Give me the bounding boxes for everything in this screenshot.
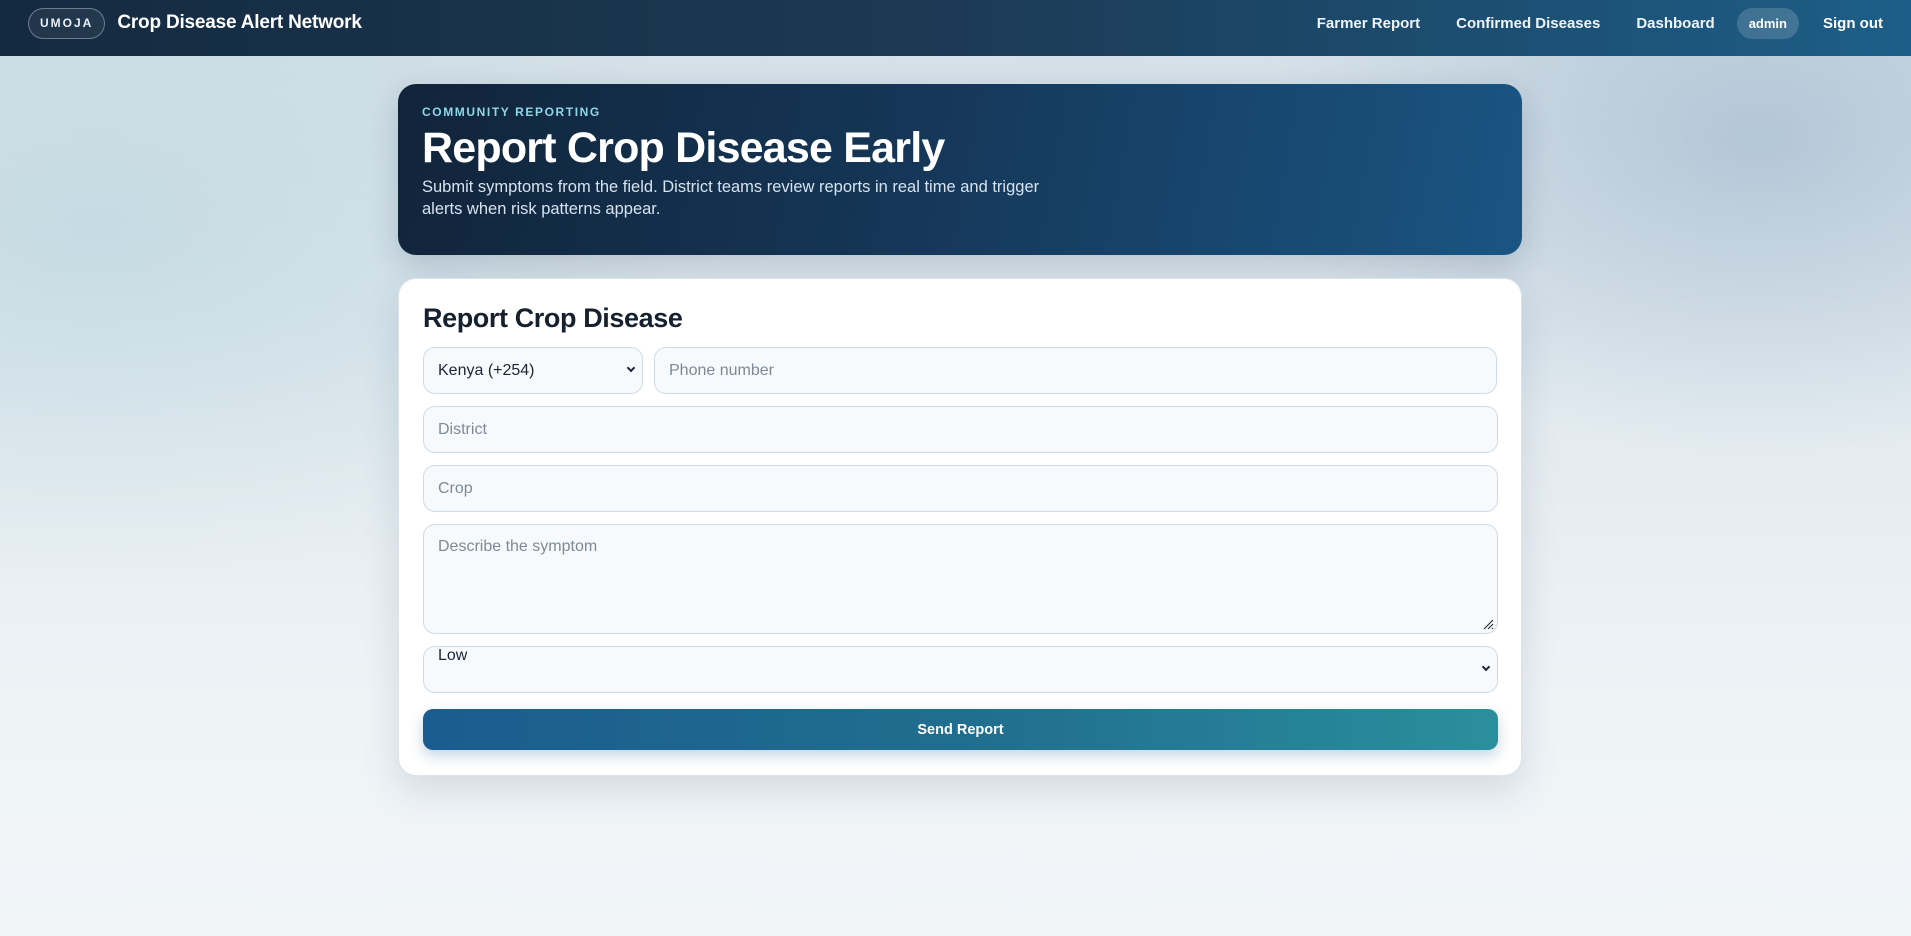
form-title: Report Crop Disease — [423, 303, 683, 333]
nav-link-farmer-report[interactable]: Farmer Report — [1317, 15, 1420, 32]
brand-badge[interactable]: UMOJA — [28, 7, 106, 39]
hero-description: Submit symptoms from the field. District… — [422, 178, 1040, 219]
hero-eyebrow: COMMUNITY REPORTING — [422, 105, 601, 119]
crop-input[interactable] — [423, 465, 1498, 512]
nav-link-confirmed-diseases[interactable]: Confirmed Diseases — [1456, 15, 1600, 32]
symptom-textarea[interactable] — [424, 525, 1497, 633]
country-code-value: Kenya (+254) — [438, 361, 535, 379]
hero-title: Report Crop Disease Early — [422, 124, 945, 172]
severity-select[interactable]: Low — [423, 646, 1498, 693]
severity-value: Low — [438, 647, 468, 664]
main-nav: Farmer Report Confirmed Diseases Dashboa… — [1317, 7, 1883, 39]
chevron-down-icon — [1481, 662, 1491, 671]
send-report-button[interactable]: Send Report — [423, 709, 1498, 750]
phone-row: Kenya (+254) — [423, 347, 1497, 394]
user-badge: admin — [1736, 7, 1799, 39]
symptom-textarea-wrapper — [423, 524, 1498, 634]
sign-out-link[interactable]: Sign out — [1823, 15, 1883, 32]
district-input[interactable] — [423, 406, 1498, 453]
app-title[interactable]: Crop Disease Alert Network — [117, 12, 362, 34]
top-navigation-bar: UMOJA Crop Disease Alert Network Farmer … — [0, 0, 1911, 56]
report-form-card: Report Crop Disease Kenya (+254) Low Sen… — [398, 278, 1522, 776]
nav-link-dashboard[interactable]: Dashboard — [1636, 15, 1714, 32]
phone-number-input[interactable] — [654, 347, 1497, 394]
resize-handle-icon[interactable] — [1482, 618, 1494, 630]
country-code-select[interactable]: Kenya (+254) — [423, 347, 643, 394]
chevron-down-icon — [626, 363, 636, 372]
hero-banner: COMMUNITY REPORTING Report Crop Disease … — [398, 84, 1522, 255]
